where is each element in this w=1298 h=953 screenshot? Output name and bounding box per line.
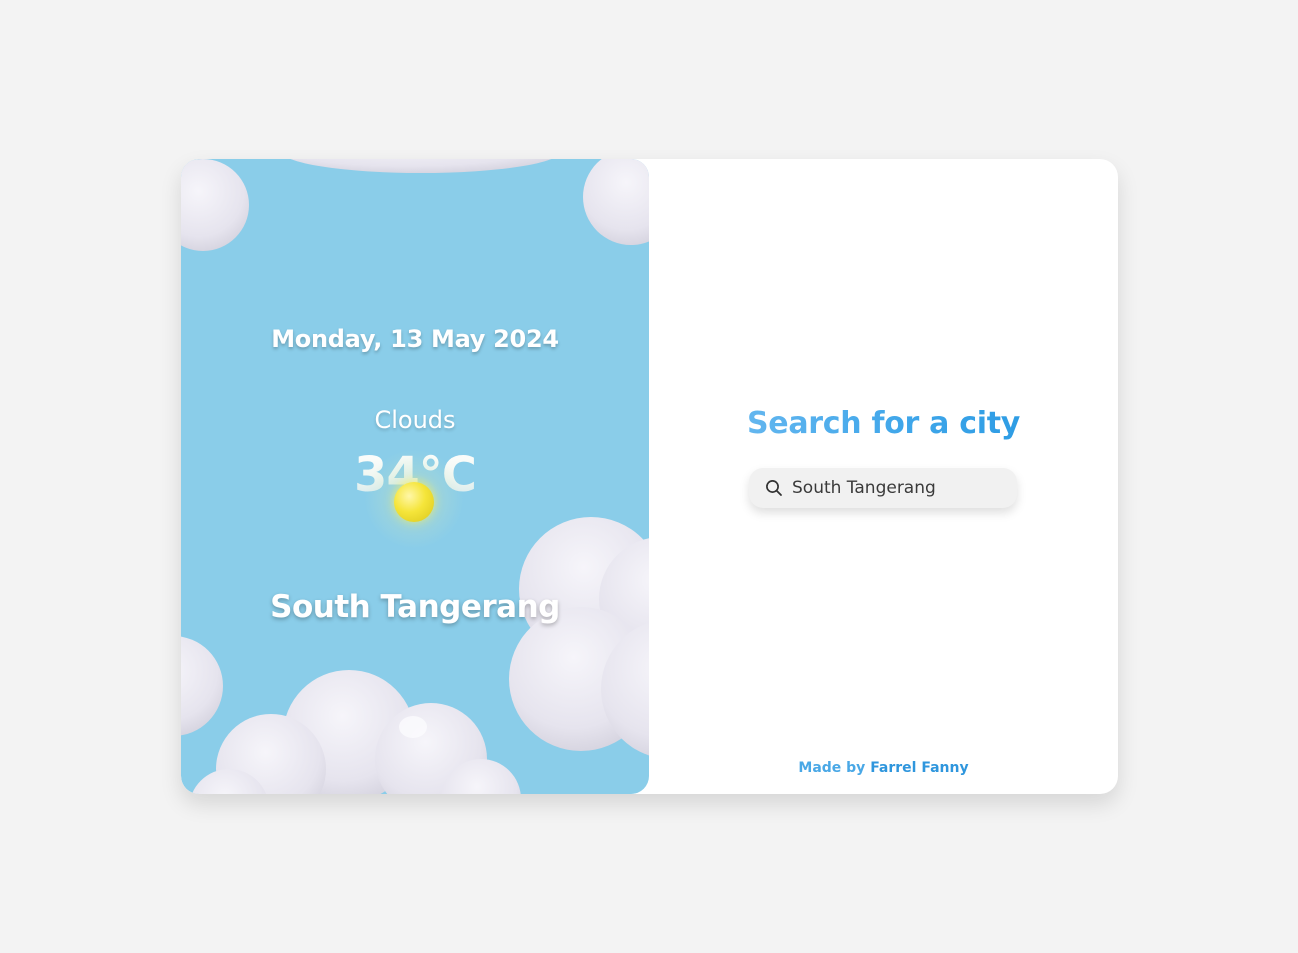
search-panel: Search for a city Made by Farrel Fanny xyxy=(649,159,1118,794)
weather-card: Monday, 13 May 2024 Clouds 34°C South Ta… xyxy=(181,159,1118,794)
search-icon xyxy=(766,480,782,496)
footer-author-link[interactable]: Farrel Fanny xyxy=(870,760,968,776)
weather-condition: Clouds xyxy=(374,406,456,434)
search-box[interactable] xyxy=(749,468,1017,508)
search-title: Search for a city xyxy=(649,406,1118,441)
sun-icon xyxy=(394,482,434,522)
city-name: South Tangerang xyxy=(270,589,560,625)
footer-credit: Made by Farrel Fanny xyxy=(649,760,1118,776)
weather-panel: Monday, 13 May 2024 Clouds 34°C South Ta… xyxy=(181,159,649,794)
footer-prefix: Made by xyxy=(798,760,866,776)
search-input[interactable] xyxy=(792,468,1007,508)
weather-date: Monday, 13 May 2024 xyxy=(271,325,559,353)
